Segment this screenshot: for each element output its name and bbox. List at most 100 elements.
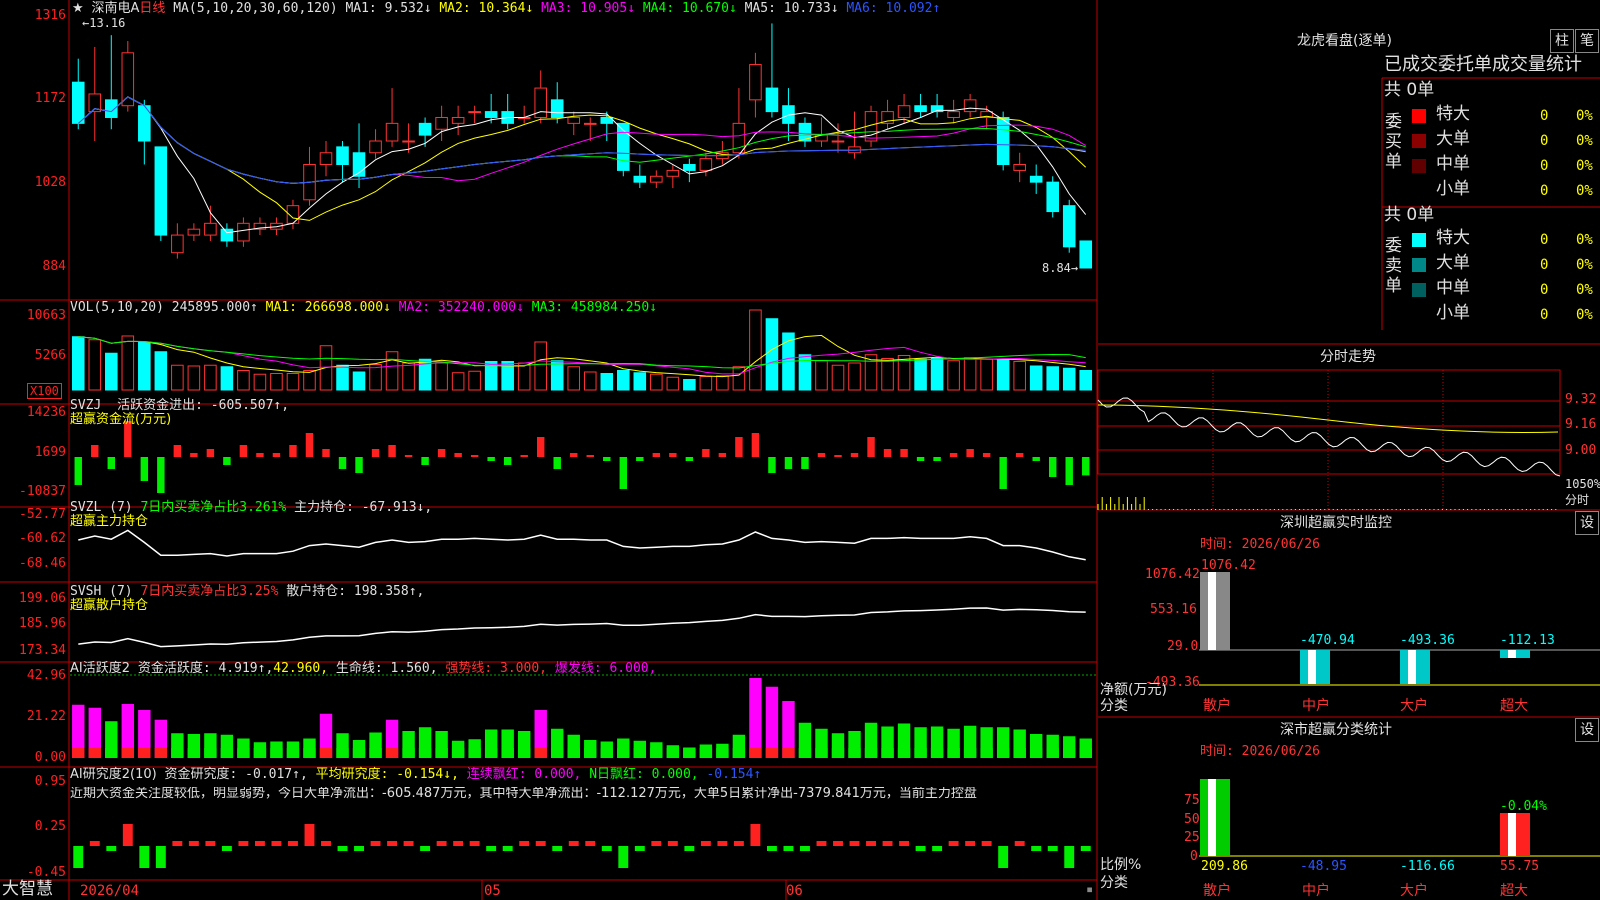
monitor-axis-3: 29.0 [1167,639,1199,654]
stats-bar-4-shine [1508,813,1516,856]
intraday-frame [1097,369,1561,475]
candle-body [319,152,333,166]
volume-bar [402,362,415,391]
ai-active-base [617,748,630,758]
svzj-bar [91,445,99,457]
svzj-bar [867,437,875,457]
svzl-line-path [78,529,1086,561]
svzj-bar [850,453,859,457]
chart-canvas[interactable] [0,0,1600,900]
monitor-cat-4: 超大 [1500,698,1528,714]
ai-research-bar [502,846,513,851]
candle-body [484,111,498,118]
ai-research-axis-3: -0.45 [26,865,66,880]
svzj-bar [1015,453,1024,457]
ai-active-base [72,748,85,758]
monitor-settings-button[interactable]: 设 [1575,511,1599,535]
buy-count: 0 [1540,108,1549,124]
ai-research-bar [733,841,744,846]
buy-count: 0 [1540,133,1549,149]
svsh-hold: 散户持仓: 198.358↑, [286,584,425,599]
volume-bar [963,357,977,391]
ai-research-bar [519,841,530,846]
buy-percent: 0% [1576,108,1593,124]
svsh-ratio: 7日内买卖净占比3.25% [140,584,279,599]
svzj-bar [1065,457,1073,485]
volume-bar [435,362,448,391]
buy-count: 0 [1540,158,1549,174]
stats-axis-1: 75 [1184,793,1200,808]
ai-research-bar [750,824,761,846]
stats-time: 时间: 2026/06/26 [1200,744,1320,759]
svzj-bar [1048,457,1057,477]
candle-body [567,116,581,124]
volume-bar [451,372,465,391]
monitor-bar-2 [1300,650,1330,684]
ai-research-bar [73,846,84,868]
period-label[interactable]: 日线 [139,1,165,16]
candle-body [914,105,927,113]
candle-body [1079,240,1093,269]
svzj-bar [206,449,215,457]
sell-side-label: 委卖单 [1385,236,1402,296]
stats-ylabel: 比例% [1100,857,1142,873]
monitor-value-4: -112.13 [1500,633,1555,648]
ai-research-bar [866,841,876,846]
volume-bar [171,364,184,391]
ai-active-life: 生命线: 1.560, [335,661,438,676]
buy-name: 中单 [1436,154,1470,174]
svzl-sub: 超赢主力持仓 [70,514,149,529]
ai-research-bar [354,846,364,851]
volume-bar [699,375,713,391]
candle-body [402,140,415,143]
svzj-header: SVZJ 活跃资金进出: -605.507↑, [70,399,289,412]
svzj-bar [784,457,793,469]
ai-research-bar [205,841,216,846]
ai-research-bar [469,841,480,846]
volume-bar [550,360,564,391]
svzj-bar [553,457,561,469]
svzj-bar [718,453,727,457]
ai-active-base [105,748,118,758]
svzj-bar [454,453,462,457]
tab-bar[interactable]: 柱 [1550,29,1574,53]
candle-body [336,146,349,166]
vol-ma3: MA3: 458984.250↓ [531,300,658,315]
volume-bar [831,364,845,391]
ai-research-bar [238,841,249,846]
svzl-ratio: 7日内买卖净占比3.261% [140,500,287,515]
svzl-axis-2: -60.62 [19,531,66,546]
svzj-axis-1: 14236 [26,405,66,420]
lock-icon[interactable]: ▪ [1086,883,1093,895]
svzl-header: SVZL (7) 7日内买卖净占比3.261% 主力持仓: -67.913↓, [70,501,432,514]
ai-active-base [947,748,960,758]
candle-body [897,105,911,118]
month-06: 06 [786,883,803,899]
ai-active-base [881,748,894,758]
svsh-axis-1: 199.06 [19,591,66,606]
stats-settings-button[interactable]: 设 [1575,718,1599,742]
ai-active-base [534,748,547,758]
ai-active-base [749,748,762,758]
price-axis-1: 1316 [34,8,66,23]
stats-cat-3: 大户 [1400,883,1428,899]
ai-research-bar [601,846,612,851]
sell-color-swatch [1412,258,1426,272]
stats-axis-4: 0 [1190,849,1198,864]
svsh-sub: 超赢散户持仓 [70,598,149,613]
star-icon[interactable]: ★ [72,1,84,16]
monitor-cat-1: 散户 [1203,698,1231,714]
candle-body [171,234,184,254]
candle-body [699,158,713,171]
intraday-price-line [1097,397,1561,477]
volume-bar [517,362,531,391]
ma4-value: MA4: 10.670↓ [642,1,737,16]
vol-unit-badge[interactable]: X100 [27,383,62,399]
svzj-sub: 超赢资金流(万元) [70,412,172,427]
ai-research-bar [998,846,1009,868]
ai-research-bar [800,846,810,851]
tab-tick[interactable]: 笔 [1575,29,1599,53]
sell-color-swatch [1412,283,1426,297]
intraday-vol-label: 1050% [1565,477,1600,491]
volume-bar [848,362,861,391]
